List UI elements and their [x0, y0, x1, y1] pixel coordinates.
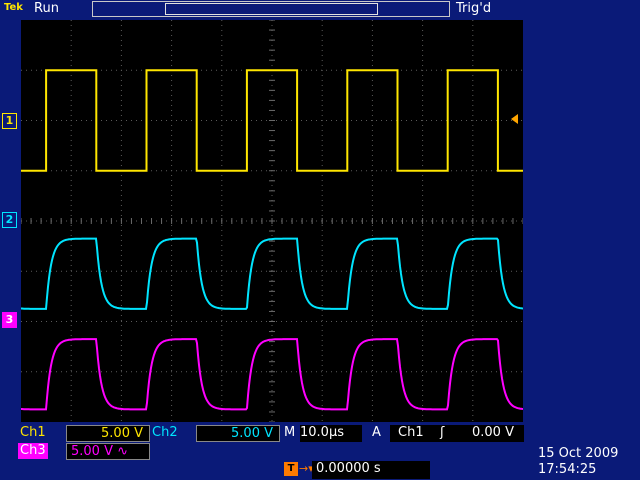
trigger-source: Ch1 — [398, 425, 424, 440]
ch1-scale-readout[interactable]: 5.00 V — [66, 425, 150, 442]
trigger-mode-label: A — [372, 425, 381, 440]
acquisition-status: Run — [34, 1, 59, 16]
ch2-waveform — [21, 237, 523, 310]
ch2-label: Ch2 — [152, 425, 178, 440]
trigger-status: Trig'd — [456, 1, 492, 16]
ch2-scale-readout[interactable]: 5.00 V — [196, 425, 280, 442]
ch3-ground-marker[interactable]: 3 — [2, 312, 17, 328]
timebase-readout[interactable]: 10.0µs — [300, 425, 362, 442]
waveform-display[interactable] — [21, 20, 523, 422]
trigger-level-readout: 0.00 V — [472, 425, 514, 440]
trigger-level-arrow-icon[interactable] — [511, 114, 518, 124]
ch3-waveform — [21, 338, 523, 411]
ch2-ground-marker[interactable]: 2 — [2, 212, 17, 228]
trigger-position-readout[interactable]: 0.00000 s — [312, 461, 430, 479]
tek-logo: Tek — [4, 2, 23, 13]
ch3-scale-readout[interactable]: 5.00 V ∿ — [66, 443, 150, 460]
timebase-prefix: M — [284, 425, 296, 440]
ch3-scale-text: 5.00 V — [71, 444, 113, 459]
record-view-window[interactable] — [165, 3, 378, 15]
rising-edge-icon: ʃ — [440, 425, 445, 440]
graticule-grid — [21, 20, 523, 422]
date-readout: 15 Oct 2009 — [538, 446, 619, 461]
top-status-bar: Tek Run Trig'd — [0, 0, 640, 20]
time-readout: 17:54:25 — [538, 462, 597, 477]
trigger-position-badge: T — [284, 462, 298, 476]
ch1-label: Ch1 — [20, 425, 46, 440]
ch1-ground-marker[interactable]: 1 — [2, 113, 17, 129]
ch3-label: Ch3 — [18, 443, 48, 459]
ac-coupling-icon: ∿ — [117, 444, 129, 459]
